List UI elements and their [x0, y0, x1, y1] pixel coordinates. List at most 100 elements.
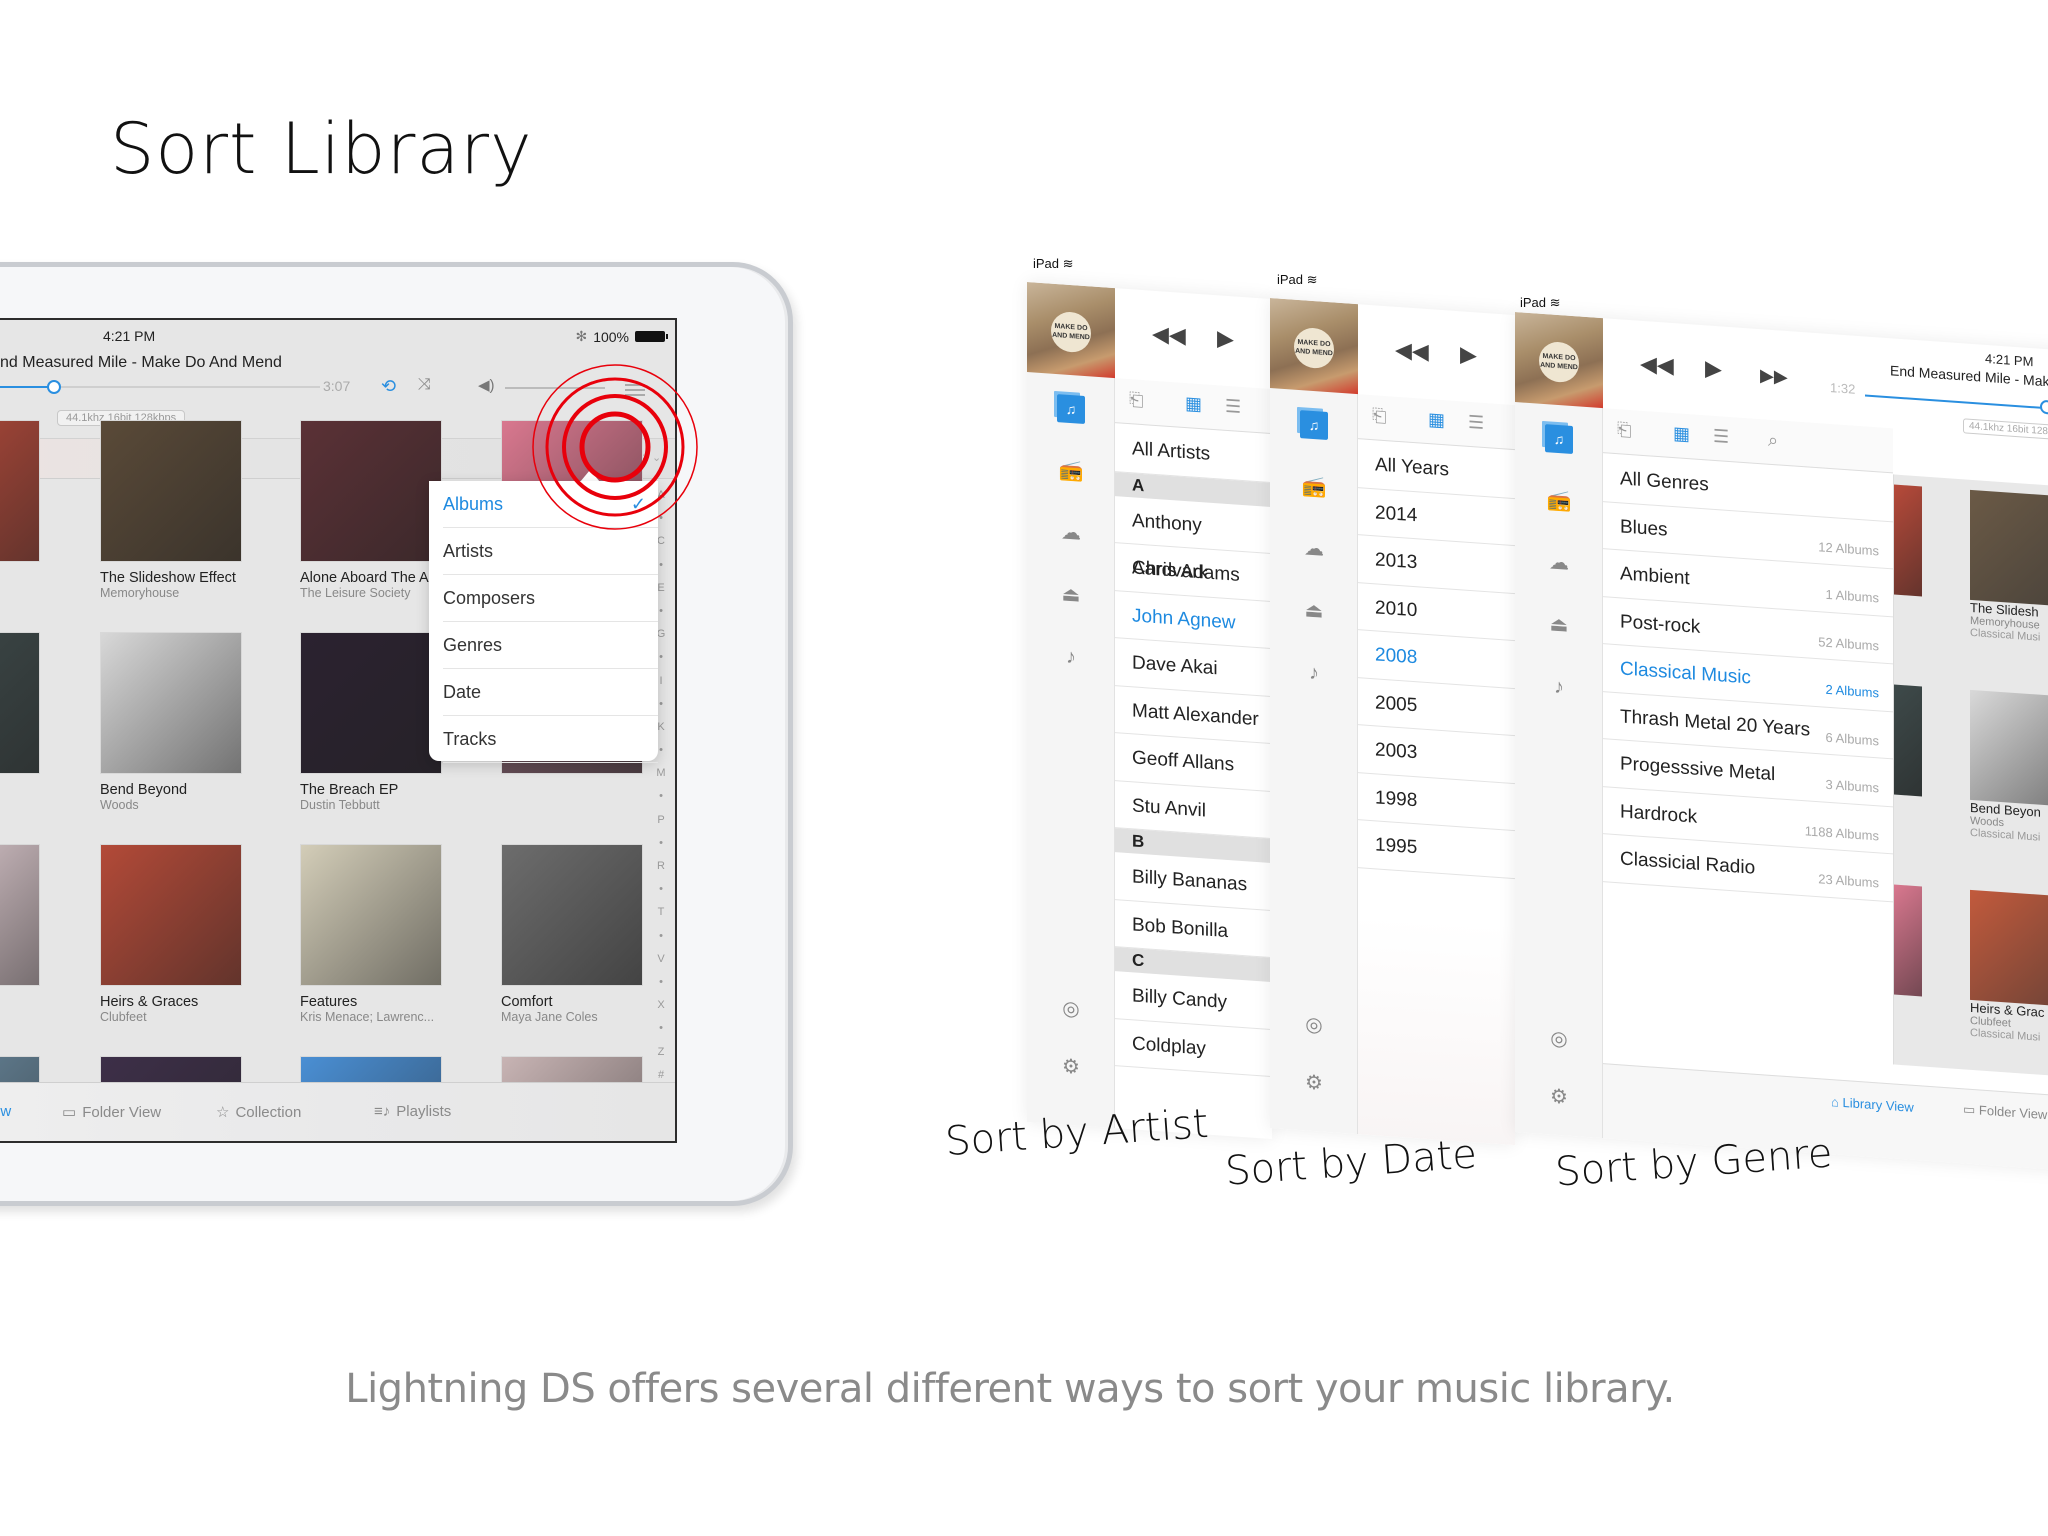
rewind-icon[interactable]: ◀◀ [1152, 321, 1186, 349]
tab-folder-view[interactable]: ▭ Folder View [1963, 1101, 2047, 1123]
library-icon[interactable]: ♫ [1300, 410, 1328, 441]
list-view-icon[interactable]: ☰ [1468, 412, 1484, 434]
play-icon[interactable]: ▶ [1217, 325, 1234, 352]
list-view-icon[interactable]: ☰ [1225, 396, 1241, 418]
album-cover[interactable] [300, 844, 442, 986]
tab-library-view[interactable]: ew [0, 1103, 11, 1120]
album-cover[interactable] [100, 844, 242, 986]
play-icon[interactable]: ▶ [1460, 341, 1477, 368]
settings-icon[interactable]: ⚙ [1300, 1068, 1328, 1098]
index-letter[interactable]: M [656, 762, 665, 785]
index-letter[interactable]: • [659, 1017, 663, 1040]
album-card[interactable]: Bend Beyon Woods Classical Musi [1970, 689, 2048, 846]
album-card[interactable]: on [0, 632, 40, 796]
settings-icon[interactable]: ⚙ [1545, 1082, 1573, 1112]
repeat-icon[interactable]: ⟲ [381, 376, 396, 397]
genre-progress-knob[interactable] [2040, 399, 2048, 415]
index-letter[interactable]: • [659, 554, 663, 577]
radio-icon[interactable]: 📻 [1545, 486, 1573, 516]
list-view-icon[interactable]: ☰ [1713, 426, 1729, 448]
sort-option-artists[interactable]: Artists [443, 528, 658, 575]
album-card[interactable]: The Slidesh Memoryhouse Classical Musi [1970, 489, 2048, 646]
album-cover[interactable] [0, 420, 40, 562]
album-cover[interactable] [1970, 889, 2048, 1007]
index-letter[interactable]: C [657, 530, 665, 553]
progress-slider[interactable] [0, 380, 320, 394]
back-icon[interactable]: ⎗ [1617, 419, 1631, 441]
grid-view-icon[interactable]: ▦ [1428, 409, 1445, 431]
album-card[interactable] [0, 844, 40, 994]
tab-playlists[interactable]: ≡♪ Playlists [374, 1103, 451, 1120]
album-cover[interactable] [501, 844, 643, 986]
fast-forward-icon[interactable]: ▶▶ [1760, 365, 1788, 388]
index-letter[interactable]: • [659, 646, 663, 669]
radio-icon[interactable]: 📻 [1300, 472, 1328, 502]
search-icon[interactable]: ⌕ [1768, 430, 1778, 452]
airplay-icon[interactable]: ⏏ [1545, 610, 1573, 640]
cloud-music-icon[interactable]: ☁ [1057, 518, 1085, 548]
album-card[interactable]: Alone Aboard The Ark The Leisure Society [300, 420, 442, 600]
album-cover[interactable] [100, 420, 242, 562]
sort-option-date[interactable]: Date [443, 669, 658, 716]
index-letter[interactable]: Z [658, 1041, 665, 1064]
library-icon[interactable]: ♫ [1057, 394, 1085, 425]
album-cover[interactable] [0, 632, 40, 774]
stream-icon[interactable]: ♪ [1545, 672, 1573, 702]
sort-option-composers[interactable]: Composers [443, 575, 658, 622]
index-letter[interactable]: I [659, 670, 662, 693]
album-cover[interactable] [100, 632, 242, 774]
cloud-music-icon[interactable]: ☁ [1300, 534, 1328, 564]
index-letter[interactable]: • [659, 971, 663, 994]
index-letter[interactable]: • [659, 785, 663, 808]
index-letter[interactable]: E [657, 577, 664, 600]
grid-view-icon[interactable]: ▦ [1673, 423, 1690, 445]
album-cover[interactable] [1970, 689, 2048, 807]
album-cover-partial[interactable] [1894, 684, 1922, 797]
rewind-icon[interactable]: ◀◀ [1395, 337, 1429, 365]
podcast-icon[interactable]: ◎ [1545, 1024, 1573, 1054]
album-cover[interactable] [0, 844, 40, 986]
index-letter[interactable]: V [657, 948, 664, 971]
grid-view-icon[interactable]: ▦ [1185, 393, 1202, 415]
index-letter[interactable]: X [657, 994, 664, 1017]
radio-icon[interactable]: 📻 [1057, 456, 1085, 486]
index-letter[interactable]: R [657, 855, 665, 878]
list-item[interactable]: Coldplay [1115, 1018, 1272, 1078]
album-card[interactable]: Heirs & Graces Clubfeet [100, 844, 242, 1024]
list-item[interactable]: 1995 [1358, 820, 1515, 879]
sort-option-tracks[interactable]: Tracks [443, 716, 658, 763]
index-letter[interactable]: • [659, 693, 663, 716]
index-letter[interactable]: • [659, 832, 663, 855]
album-card[interactable]: Comfort Maya Jane Coles [501, 844, 643, 1024]
podcast-icon[interactable]: ◎ [1300, 1010, 1328, 1040]
settings-icon[interactable]: ⚙ [1057, 1052, 1085, 1082]
album-card[interactable]: The Slideshow Effect Memoryhouse [100, 420, 242, 600]
index-letter[interactable]: K [657, 716, 664, 739]
tab-library-view[interactable]: ⌂ Library View [1831, 1094, 1914, 1115]
library-icon[interactable]: ♫ [1545, 424, 1573, 455]
cloud-music-icon[interactable]: ☁ [1545, 548, 1573, 578]
airplay-icon[interactable]: ⏏ [1300, 596, 1328, 626]
back-icon[interactable]: ⎗ [1372, 405, 1386, 427]
album-card[interactable]: Bend Beyond Woods [100, 632, 242, 812]
index-letter[interactable]: G [657, 623, 666, 646]
album-cover[interactable] [1970, 489, 2048, 607]
index-letter[interactable]: • [659, 600, 663, 623]
index-letter[interactable]: • [659, 925, 663, 948]
airplay-icon[interactable]: ⏏ [1057, 580, 1085, 610]
tab-folder-view[interactable]: ▭ Folder View [62, 1103, 161, 1122]
shuffle-icon[interactable]: ⤨ [418, 376, 431, 394]
rewind-icon[interactable]: ◀◀ [1640, 351, 1674, 379]
index-letter[interactable]: P [657, 809, 664, 832]
album-cover-partial[interactable] [1894, 884, 1922, 997]
album-card[interactable]: The Breach EP Dustin Tebbutt [300, 632, 442, 812]
stream-icon[interactable]: ♪ [1057, 642, 1085, 672]
album-cover[interactable] [300, 420, 442, 562]
podcast-icon[interactable]: ◎ [1057, 994, 1085, 1024]
album-card[interactable]: Features Kris Menace; Lawrenc... [300, 844, 442, 1024]
album-card[interactable]: Heirs & Grac Clubfeet Classical Musi [1970, 889, 2048, 1046]
play-icon[interactable]: ▶ [1705, 355, 1722, 382]
index-letter[interactable]: T [658, 901, 665, 924]
album-cover-partial[interactable] [1894, 484, 1922, 597]
tab-collection[interactable]: ☆ Collection [216, 1103, 301, 1122]
